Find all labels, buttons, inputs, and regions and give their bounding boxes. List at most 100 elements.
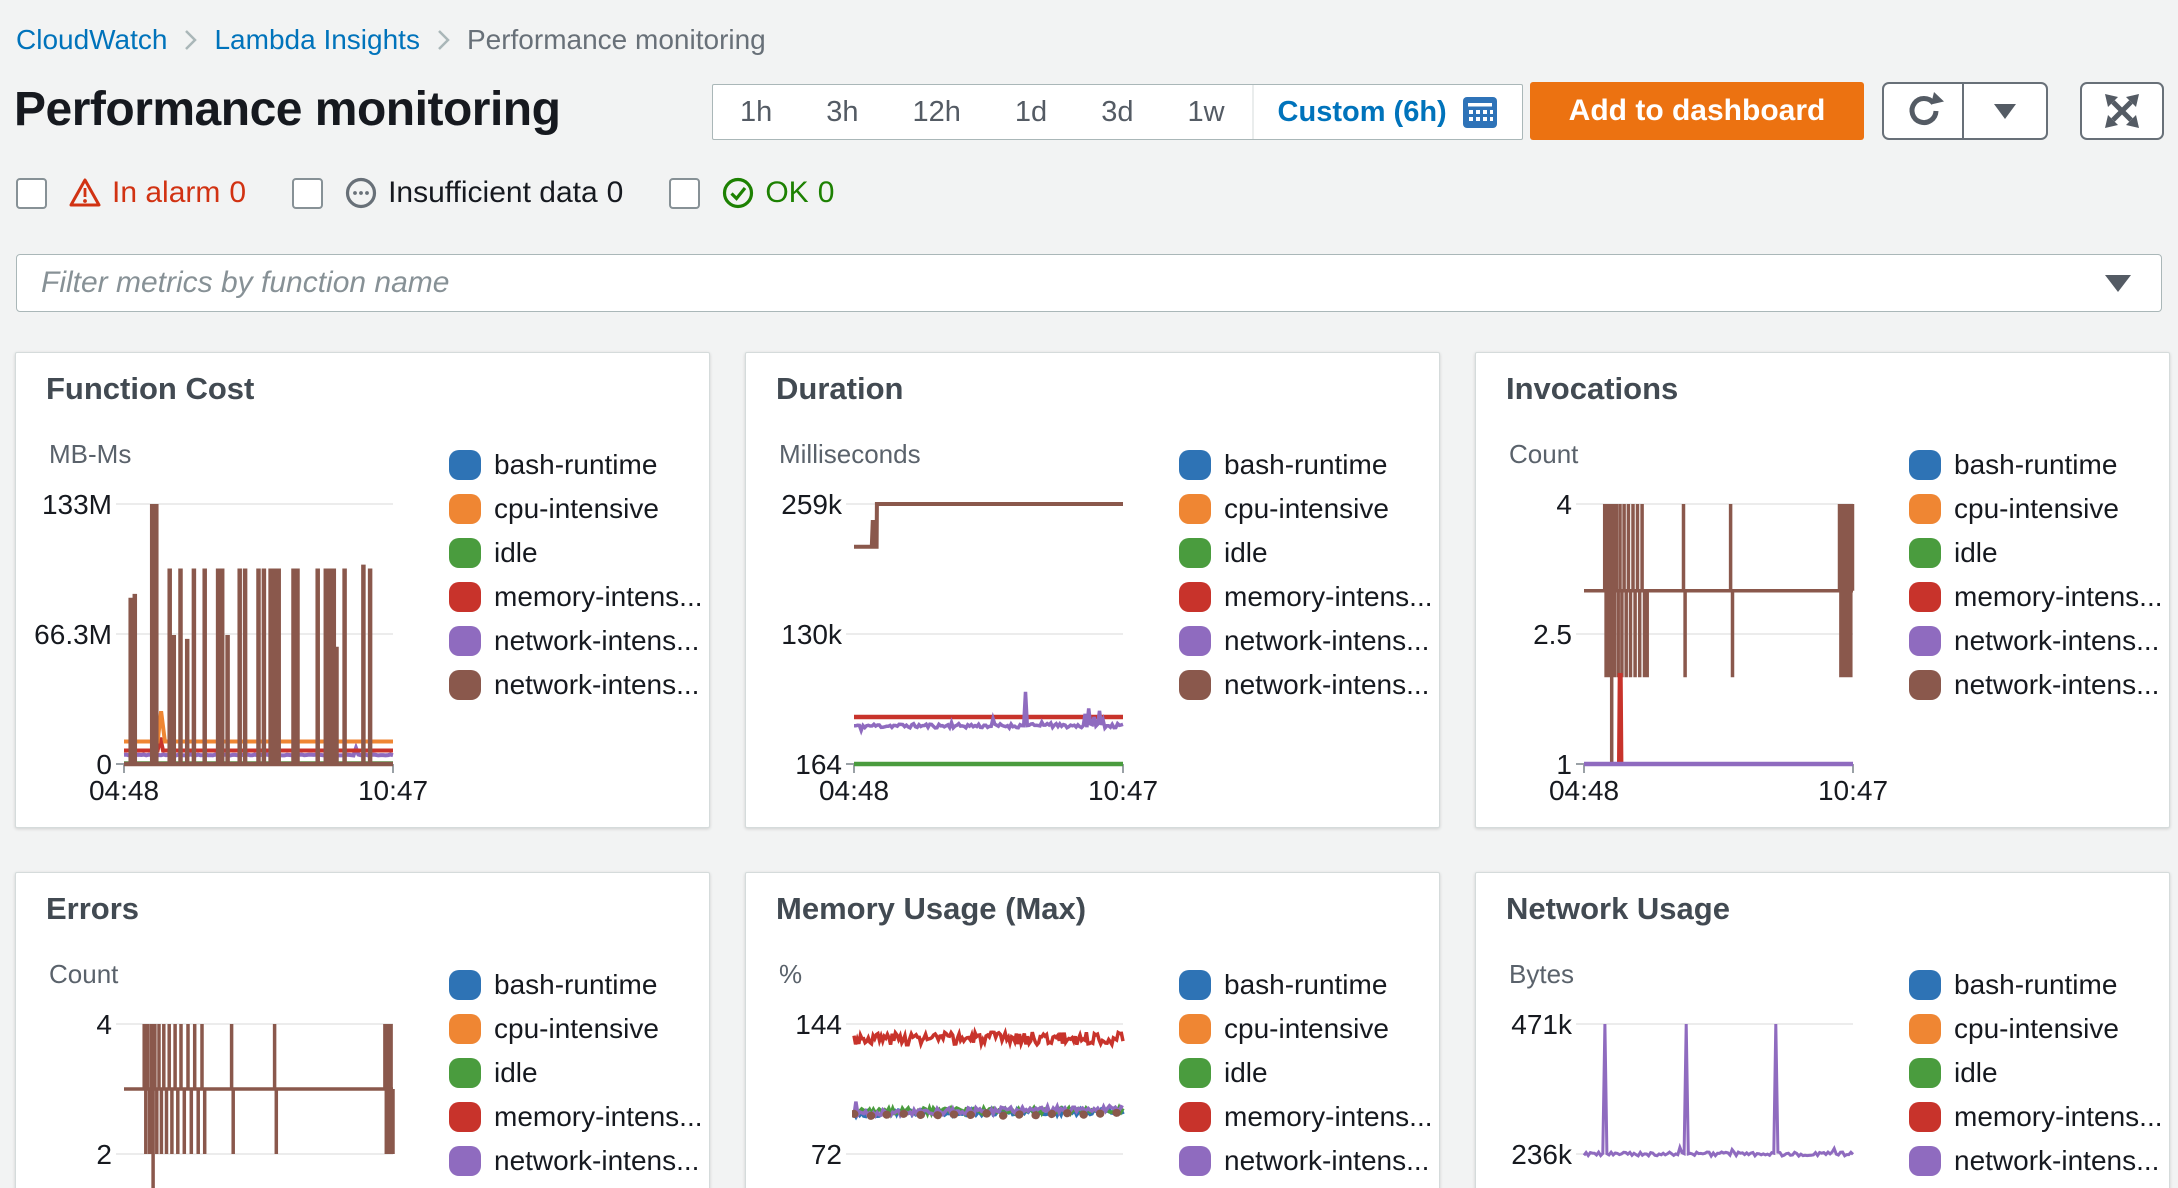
legend-label: bash-runtime bbox=[494, 969, 658, 1000]
legend-swatch bbox=[449, 494, 481, 524]
legend-item[interactable]: network-intens... bbox=[1909, 1145, 2163, 1176]
in-alarm-count: 0 bbox=[229, 176, 247, 209]
legend-item[interactable]: bash-runtime bbox=[449, 969, 703, 1000]
legend-swatch bbox=[449, 626, 481, 656]
legend-item[interactable]: idle bbox=[1179, 1057, 1433, 1088]
legend-item[interactable]: memory-intens... bbox=[1909, 581, 2163, 612]
series-line bbox=[1582, 1023, 1855, 1159]
legend-swatch bbox=[1179, 670, 1211, 700]
breadcrumb-link-lambda-insights[interactable]: Lambda Insights bbox=[214, 24, 419, 56]
legend-label: network-intens... bbox=[1224, 1145, 1430, 1176]
breadcrumb-link-cloudwatch[interactable]: CloudWatch bbox=[16, 24, 167, 56]
series-line bbox=[854, 691, 1124, 736]
legend-item[interactable]: cpu-intensive bbox=[449, 1013, 703, 1044]
legend-item[interactable]: cpu-intensive bbox=[1179, 493, 1433, 524]
legend-label: bash-runtime bbox=[494, 449, 658, 480]
y-tick-label: 4 bbox=[1556, 489, 1572, 520]
legend-item[interactable]: cpu-intensive bbox=[1909, 1013, 2163, 1044]
legend-swatch bbox=[449, 1014, 481, 1044]
legend-swatch bbox=[449, 670, 481, 700]
time-range-option-1h[interactable]: 1h bbox=[713, 85, 799, 139]
time-range-option-1w[interactable]: 1w bbox=[1160, 85, 1251, 139]
legend-item[interactable]: bash-runtime bbox=[449, 449, 703, 480]
y-tick-label: 130k bbox=[781, 619, 843, 650]
legend-swatch bbox=[1909, 582, 1941, 612]
alarm-icon bbox=[68, 177, 102, 209]
ok-checkbox[interactable] bbox=[669, 177, 701, 209]
legend-label: cpu-intensive bbox=[1224, 1013, 1389, 1044]
legend-item[interactable]: memory-intens... bbox=[449, 1101, 703, 1132]
x-tick-label: 04:48 bbox=[819, 775, 889, 806]
legend-item[interactable]: cpu-intensive bbox=[449, 493, 703, 524]
refresh-button[interactable] bbox=[1882, 82, 1966, 140]
add-to-dashboard-button[interactable]: Add to dashboard bbox=[1530, 82, 1864, 140]
legend-item[interactable]: network-intens... bbox=[449, 1145, 703, 1176]
legend-swatch bbox=[449, 538, 481, 568]
legend-item[interactable]: cpu-intensive bbox=[1179, 1013, 1433, 1044]
legend-item[interactable]: idle bbox=[1909, 1057, 2163, 1088]
series-line bbox=[852, 1026, 1125, 1051]
legend-item[interactable]: cpu-intensive bbox=[1909, 493, 2163, 524]
calendar-icon bbox=[1462, 94, 1498, 130]
legend-item[interactable]: bash-runtime bbox=[1179, 969, 1433, 1000]
legend-item[interactable]: idle bbox=[1179, 537, 1433, 568]
legend-item[interactable]: idle bbox=[449, 1057, 703, 1088]
fullscreen-button[interactable] bbox=[2080, 82, 2164, 140]
legend-item[interactable]: network-intens... bbox=[1179, 1145, 1433, 1176]
ok-icon bbox=[721, 176, 755, 210]
y-tick-label: 236k bbox=[1511, 1139, 1573, 1170]
legend-swatch bbox=[1179, 1014, 1211, 1044]
legend-label: cpu-intensive bbox=[494, 493, 659, 524]
legend-item[interactable]: idle bbox=[449, 537, 703, 568]
refresh-options-button[interactable] bbox=[1962, 82, 2048, 140]
y-tick-label: 4 bbox=[96, 1009, 112, 1040]
performance-monitoring-page: CloudWatch Lambda Insights Performance m… bbox=[0, 0, 2178, 1188]
time-range-option-3d[interactable]: 3d bbox=[1074, 85, 1160, 139]
legend-swatch bbox=[1909, 626, 1941, 656]
legend-swatch bbox=[449, 970, 481, 1000]
legend-swatch bbox=[1909, 1014, 1941, 1044]
legend-item[interactable]: network-intens... bbox=[1179, 669, 1433, 700]
legend-item[interactable]: memory-intens... bbox=[1179, 1101, 1433, 1132]
y-tick-label: 144 bbox=[795, 1009, 842, 1040]
legend-item[interactable]: network-intens... bbox=[449, 669, 703, 700]
legend-swatch bbox=[449, 582, 481, 612]
legend-item[interactable]: network-intens... bbox=[1909, 625, 2163, 656]
time-range-option-1d[interactable]: 1d bbox=[988, 85, 1074, 139]
legend-swatch bbox=[449, 1058, 481, 1088]
legend-item[interactable]: idle bbox=[1909, 537, 2163, 568]
legend-item[interactable]: network-intens... bbox=[449, 625, 703, 656]
time-range-option-3h[interactable]: 3h bbox=[799, 85, 885, 139]
legend-item[interactable]: network-intens... bbox=[1909, 669, 2163, 700]
metric-filter bbox=[16, 254, 2162, 312]
legend-item[interactable]: memory-intens... bbox=[1179, 581, 1433, 612]
legend-label: network-intens... bbox=[494, 669, 700, 700]
legend-label: network-intens... bbox=[1224, 669, 1430, 700]
series-line bbox=[854, 502, 1123, 549]
custom-time-range-label: Custom (6h) bbox=[1277, 95, 1447, 128]
y-tick-label: 2 bbox=[96, 1139, 112, 1170]
legend-item[interactable]: bash-runtime bbox=[1909, 449, 2163, 480]
legend-item[interactable]: memory-intens... bbox=[449, 581, 703, 612]
filter-input[interactable] bbox=[17, 266, 2105, 300]
legend-swatch bbox=[1179, 1058, 1211, 1088]
filter-dropdown-icon[interactable] bbox=[2105, 274, 2131, 292]
legend-swatch bbox=[1909, 1102, 1941, 1132]
custom-time-range-button[interactable]: Custom (6h) bbox=[1251, 85, 1522, 139]
insufficient-data-checkbox[interactable] bbox=[292, 177, 324, 209]
insufficient-data-label: Insufficient data bbox=[388, 176, 598, 209]
time-range-option-12h[interactable]: 12h bbox=[886, 85, 988, 139]
insufficient-data-icon bbox=[344, 176, 378, 210]
legend-item[interactable]: network-intens... bbox=[1179, 625, 1433, 656]
legend-swatch bbox=[1179, 450, 1211, 480]
legend-label: idle bbox=[1954, 1057, 1998, 1088]
insufficient-data-count: 0 bbox=[606, 176, 624, 209]
legend-label: cpu-intensive bbox=[1954, 1013, 2119, 1044]
legend-item[interactable]: bash-runtime bbox=[1179, 449, 1433, 480]
legend-item[interactable]: bash-runtime bbox=[1909, 969, 2163, 1000]
legend-item[interactable]: memory-intens... bbox=[1909, 1101, 2163, 1132]
legend-label: idle bbox=[494, 537, 538, 568]
caret-down-icon bbox=[1994, 103, 2016, 119]
in-alarm-checkbox[interactable] bbox=[16, 177, 47, 209]
chart-card-invocations: Invocations Count 4 2.5 1 04:48 10:47 bash-runt… bbox=[1475, 352, 2170, 828]
